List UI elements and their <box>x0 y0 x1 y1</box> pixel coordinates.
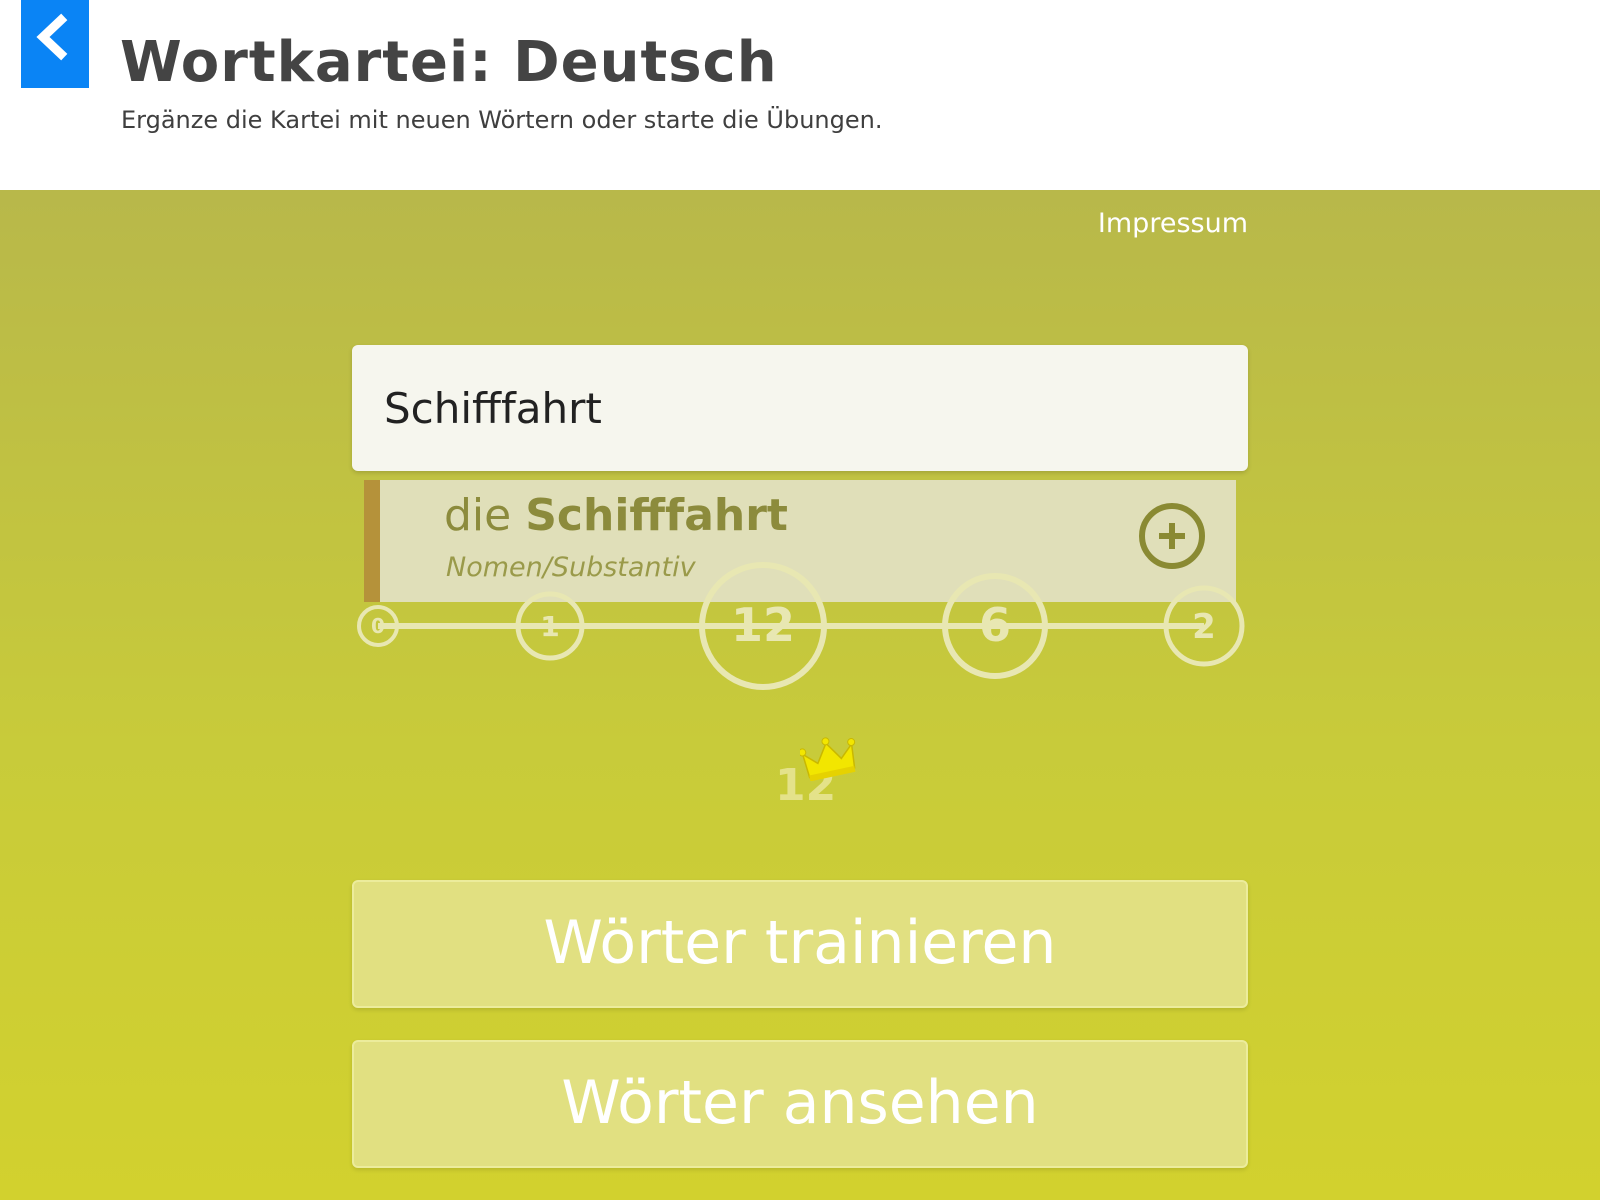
train-words-button[interactable]: Wörter trainieren <box>352 880 1248 1008</box>
level-circle-1 <box>515 591 585 661</box>
page-title: Wortkartei: Deutsch <box>120 30 778 95</box>
suggestion-accent-bar <box>364 480 380 602</box>
level-count-3: 6 <box>979 598 1011 652</box>
suggestion-article: die <box>444 490 512 541</box>
level-count-4: 2 <box>1192 607 1216 647</box>
suggestion-item[interactable]: die Schifffahrt Nomen/Substantiv <box>364 480 1236 602</box>
impressum-link[interactable]: Impressum <box>1098 208 1248 239</box>
chevron-left-icon <box>36 13 68 61</box>
main-area: Impressum die Schifffahrt Nomen/Substant… <box>0 190 1600 1200</box>
page-subtitle: Ergänze die Kartei mit neuen Wörtern ode… <box>121 106 883 134</box>
level-count-0: 0 <box>371 614 385 638</box>
suggestion-word: die Schifffahrt <box>444 490 788 541</box>
header: Wortkartei: Deutsch Ergänze die Kartei m… <box>0 0 1600 190</box>
search-input[interactable] <box>352 345 1248 471</box>
view-words-button[interactable]: Wörter ansehen <box>352 1040 1248 1168</box>
level-count-2: 12 <box>731 598 795 652</box>
level-count-1: 1 <box>540 610 559 643</box>
suggestion-word-type: Nomen/Substantiv <box>446 552 696 583</box>
plus-circle-icon[interactable] <box>1138 502 1206 570</box>
crown-icon <box>800 737 856 781</box>
suggestion-noun: Schifffahrt <box>525 490 788 541</box>
back-button[interactable] <box>21 0 89 88</box>
level-circle-0 <box>357 605 399 647</box>
